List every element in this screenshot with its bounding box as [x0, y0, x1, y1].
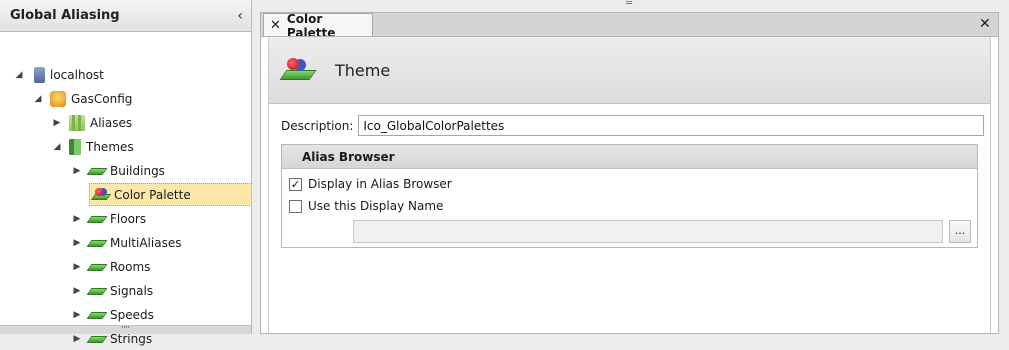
splitter-grip[interactable]: ═ [623, 0, 635, 9]
collapse-arrow-icon[interactable]: ◢ [31, 94, 45, 104]
display-name-input[interactable] [353, 220, 943, 243]
document-panel: Theme Description: Alias Browser ✓ Displ… [260, 36, 999, 335]
theme-item-icon [89, 211, 105, 227]
expand-arrow-icon[interactable]: ▶ [70, 238, 84, 248]
expand-arrow-icon[interactable]: ▶ [70, 166, 84, 176]
tree-node-label: GasConfig [71, 91, 133, 106]
description-label: Description: [281, 118, 354, 133]
display-in-alias-browser-option[interactable]: ✓ Display in Alias Browser [289, 177, 452, 191]
panel-resize-grip[interactable]: '''' [0, 325, 251, 334]
collapse-arrow-icon[interactable]: ◢ [12, 70, 26, 80]
database-icon [50, 90, 66, 107]
close-tab-icon[interactable]: ✕ [270, 18, 281, 33]
close-document-icon[interactable]: ✕ [979, 16, 991, 32]
global-aliasing-panel: Global Aliasing ‹ ◢ localhost ◢ GasConfi… [0, 0, 252, 346]
browse-button[interactable]: ... [949, 220, 971, 243]
tree-node-multialiases[interactable]: ▶ MultiAliases [70, 231, 182, 254]
expand-arrow-icon[interactable]: ▶ [70, 286, 84, 296]
panel-title: Global Aliasing [10, 8, 120, 23]
tree-node-color-palette[interactable]: Color Palette [89, 183, 252, 206]
expand-arrow-icon[interactable]: ▶ [70, 214, 84, 224]
tree-node-label: Speeds [110, 307, 154, 322]
tree-node-rooms[interactable]: ▶ Rooms [70, 255, 151, 278]
alias-browser-title: Alias Browser [282, 145, 977, 169]
expand-arrow-icon[interactable]: ▶ [70, 310, 84, 320]
alias-browser-group: Alias Browser ✓ Display in Alias Browser… [281, 144, 978, 248]
document-content: Theme Description: Alias Browser ✓ Displ… [268, 37, 991, 335]
tree-node-floors[interactable]: ▶ Floors [70, 207, 147, 230]
panel-header: Global Aliasing ‹ [0, 0, 251, 32]
display-in-alias-browser-checkbox[interactable]: ✓ [289, 177, 302, 191]
collapse-arrow-icon[interactable]: ◢ [50, 142, 64, 152]
use-display-name-option[interactable]: Use this Display Name [289, 199, 443, 213]
use-display-name-label: Use this Display Name [308, 199, 444, 213]
tree-node-buildings[interactable]: ▶ Buildings [70, 159, 165, 182]
tree-node-label: Color Palette [114, 187, 191, 202]
themes-icon [69, 138, 81, 155]
tree-node-label: localhost [50, 67, 104, 82]
tree-node-label: MultiAliases [110, 235, 182, 250]
theme-item-icon [89, 307, 105, 323]
tree-node-localhost[interactable]: ◢ localhost [12, 63, 104, 86]
display-in-alias-browser-label: Display in Alias Browser [308, 177, 452, 191]
tree-node-aliases[interactable]: ▶ Aliases [50, 111, 132, 134]
tree-node-signals[interactable]: ▶ Signals [70, 279, 154, 302]
theme-item-icon [89, 163, 105, 179]
tree-node-label: Signals [110, 283, 154, 298]
theme-item-icon [89, 259, 105, 275]
tree-node-themes[interactable]: ◢ Themes [50, 135, 134, 158]
tree-node-label: Buildings [110, 163, 165, 178]
description-row: Description: [281, 115, 985, 136]
theme-header: Theme [269, 37, 990, 104]
theme-item-icon [89, 235, 105, 251]
tree-node-speeds[interactable]: ▶ Speeds [70, 303, 154, 326]
tree-node-label: Aliases [90, 115, 133, 130]
tree-node-label: Themes [86, 139, 134, 154]
collapse-panel-button[interactable]: ‹ [237, 8, 243, 24]
tree-node-label: Floors [110, 211, 147, 226]
header-title: Theme [335, 60, 391, 80]
description-input[interactable] [358, 115, 985, 136]
aliases-icon [69, 114, 85, 131]
tree-node-label: Rooms [110, 259, 151, 274]
use-display-name-checkbox[interactable] [289, 199, 302, 213]
tab-color-palette[interactable]: ✕ Color Palette [263, 12, 373, 40]
expand-arrow-icon[interactable]: ▶ [70, 262, 84, 272]
tree-node-gasconfig[interactable]: ◢ GasConfig [31, 87, 132, 110]
server-icon [34, 66, 45, 83]
theme-icon [281, 56, 315, 84]
expand-arrow-icon[interactable]: ▶ [70, 334, 84, 344]
theme-item-icon [89, 283, 105, 299]
expand-arrow-icon[interactable]: ▶ [50, 118, 64, 128]
color-palette-icon [93, 187, 109, 203]
